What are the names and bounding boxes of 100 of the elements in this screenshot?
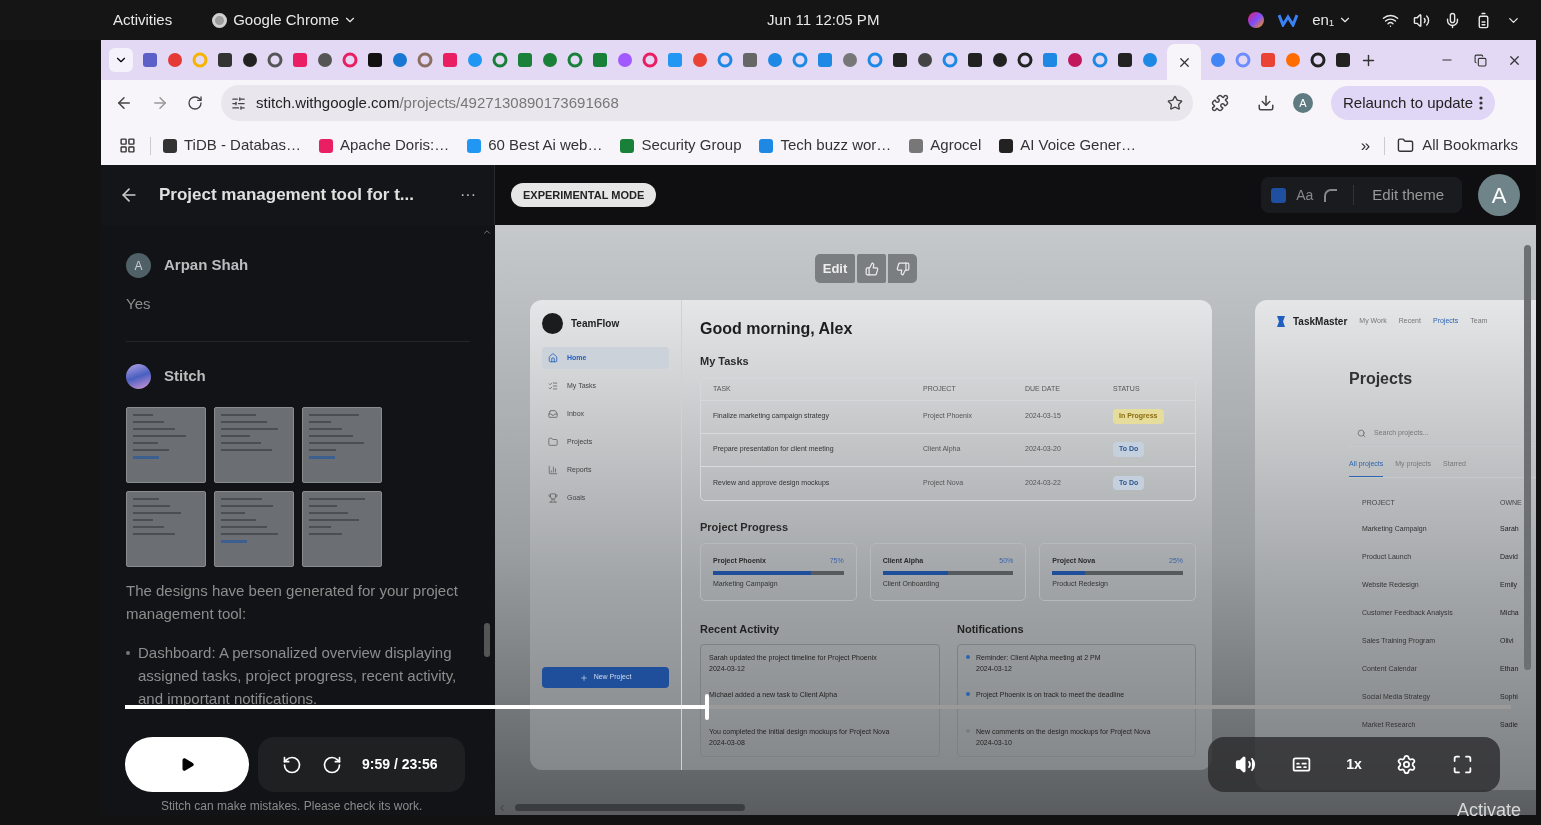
restore-icon[interactable] <box>1474 53 1487 67</box>
favicon-icon[interactable] <box>1310 52 1326 68</box>
profile-avatar[interactable]: A <box>1293 93 1313 113</box>
brand-name: TeamFlow <box>571 317 620 331</box>
design-thumbnail[interactable] <box>214 491 294 567</box>
site-icon <box>999 138 1014 153</box>
design-thumbnail[interactable] <box>302 491 382 567</box>
horizontal-scrollbar[interactable] <box>515 804 745 811</box>
user-avatar[interactable]: A <box>1478 174 1520 216</box>
design-thumbnail[interactable] <box>214 407 294 483</box>
thumbs-down-icon <box>895 261 910 276</box>
play-button[interactable] <box>125 737 249 792</box>
section-title: My Tasks <box>700 354 750 369</box>
scrollbar[interactable] <box>484 623 490 657</box>
site-icon <box>909 138 924 153</box>
bookmark-item[interactable]: Security Group <box>620 134 742 157</box>
microphone-icon[interactable] <box>1444 11 1461 29</box>
bookmark-item[interactable]: AI Voice Gener… <box>999 134 1137 157</box>
vertical-scrollbar[interactable] <box>1524 245 1531 670</box>
favicon-icon[interactable] <box>367 52 383 68</box>
relaunch-button[interactable]: Relaunch to update <box>1331 86 1496 120</box>
play-icon <box>179 757 195 772</box>
corner-radius-icon <box>1323 188 1338 202</box>
volume-icon[interactable] <box>1413 11 1430 29</box>
bullet-text: Dashboard: A personalized overview displaying assigned tasks, project progress, recent activity, and important notifications. <box>138 643 458 709</box>
design-thumbnail[interactable] <box>126 407 206 483</box>
favicon-icon[interactable] <box>217 52 233 68</box>
fullscreen-icon[interactable] <box>1451 754 1473 775</box>
rewind-icon[interactable] <box>282 754 302 775</box>
brand-logo <box>542 313 563 334</box>
favicon-icon[interactable] <box>992 52 1008 68</box>
favicon-icon[interactable] <box>1117 52 1133 68</box>
brand-name: TaskMaster <box>1293 315 1348 329</box>
settings-icon[interactable] <box>1396 754 1418 775</box>
keyboard-layout-menu[interactable]: en₁ <box>1312 8 1352 32</box>
favicon-icon[interactable] <box>967 52 983 68</box>
speed-button[interactable]: 1x <box>1346 754 1362 775</box>
favicon-icon[interactable] <box>1335 52 1351 68</box>
bookmark-item[interactable]: TiDB - Databas… <box>163 134 301 157</box>
app-indicator-icon[interactable] <box>1248 12 1265 28</box>
apps-icon[interactable] <box>119 137 136 154</box>
bookmark-star-icon[interactable] <box>1167 95 1183 111</box>
like-button[interactable] <box>857 254 887 283</box>
bookmark-item[interactable]: Tech buzz wor… <box>759 134 892 157</box>
scroll-up-icon <box>482 227 492 237</box>
bookmark-item[interactable]: 60 Best Ai web… <box>467 134 603 157</box>
search-icon <box>1357 429 1366 438</box>
site-settings-icon <box>231 95 246 111</box>
author-name: Arpan Shah <box>164 255 249 276</box>
volume-icon[interactable] <box>1235 754 1257 775</box>
user-avatar: A <box>126 253 151 278</box>
favicon-icon[interactable] <box>1017 52 1033 68</box>
back-icon[interactable] <box>115 94 133 112</box>
favicon-icon[interactable] <box>242 52 258 68</box>
bookmark-item[interactable]: Apache Doris:… <box>319 134 450 157</box>
site-icon <box>759 138 774 153</box>
site-icon <box>620 138 635 153</box>
scrubber-handle[interactable] <box>705 694 710 720</box>
agent-avatar <box>126 364 151 389</box>
forward-icon[interactable] <box>322 754 342 775</box>
message-text: The designs have been generated for your project management tool: <box>126 581 459 624</box>
folder-icon <box>1397 137 1415 154</box>
active-tab[interactable] <box>1167 44 1201 80</box>
download-icon[interactable] <box>1257 94 1275 112</box>
logo-icon[interactable] <box>1278 13 1299 27</box>
font-label: Aa <box>1296 185 1314 205</box>
activities-button[interactable]: Activities <box>113 8 173 32</box>
message-text: Yes <box>126 294 152 314</box>
dislike-button[interactable] <box>888 254 918 283</box>
design-thumbnail[interactable] <box>126 491 206 567</box>
time-display: 9:59 / 23:56 <box>362 755 438 774</box>
favicon-icon[interactable] <box>892 52 908 68</box>
section-title: Notifications <box>957 622 1025 637</box>
page-title: Projects <box>1349 369 1414 389</box>
site-icon <box>163 138 177 153</box>
tab-search-button[interactable] <box>109 48 133 72</box>
dashboard-screen[interactable] <box>530 300 1212 770</box>
edit-button[interactable]: Edit <box>814 254 856 283</box>
url-text: stitch.withgoogle.com/projects/4927130890173691668 <box>256 92 619 113</box>
section-title: Recent Activity <box>700 622 781 637</box>
design-thumbnail[interactable] <box>302 407 382 483</box>
folder-icon <box>548 437 558 447</box>
inbox-icon <box>548 409 558 419</box>
all-bookmarks-button[interactable]: All Bookmarks <box>1397 134 1518 157</box>
reload-icon[interactable] <box>187 95 203 111</box>
plus-icon <box>579 673 588 682</box>
extensions-icon[interactable] <box>1211 94 1229 112</box>
greeting: Good morning, Alex <box>700 319 854 339</box>
bookmark-item[interactable]: Agrocel <box>909 134 982 157</box>
more-bookmarks-button[interactable]: » <box>1360 132 1371 159</box>
menu-icon <box>1479 96 1484 110</box>
address-bar[interactable]: stitch.withgoogle.com/projects/4927130890173691668 <box>221 85 1193 121</box>
more-button[interactable]: ··· <box>460 183 476 207</box>
scroll-left-icon <box>497 803 507 813</box>
clock[interactable]: Jun 11 12:05 PM <box>767 8 880 32</box>
theme-controls[interactable]: Aa Edit theme <box>1261 177 1462 213</box>
app-menu[interactable]: Google Chrome <box>233 8 358 32</box>
favicon-icon[interactable] <box>917 52 933 68</box>
list-icon <box>548 381 558 391</box>
progress-track[interactable] <box>125 705 1511 709</box>
